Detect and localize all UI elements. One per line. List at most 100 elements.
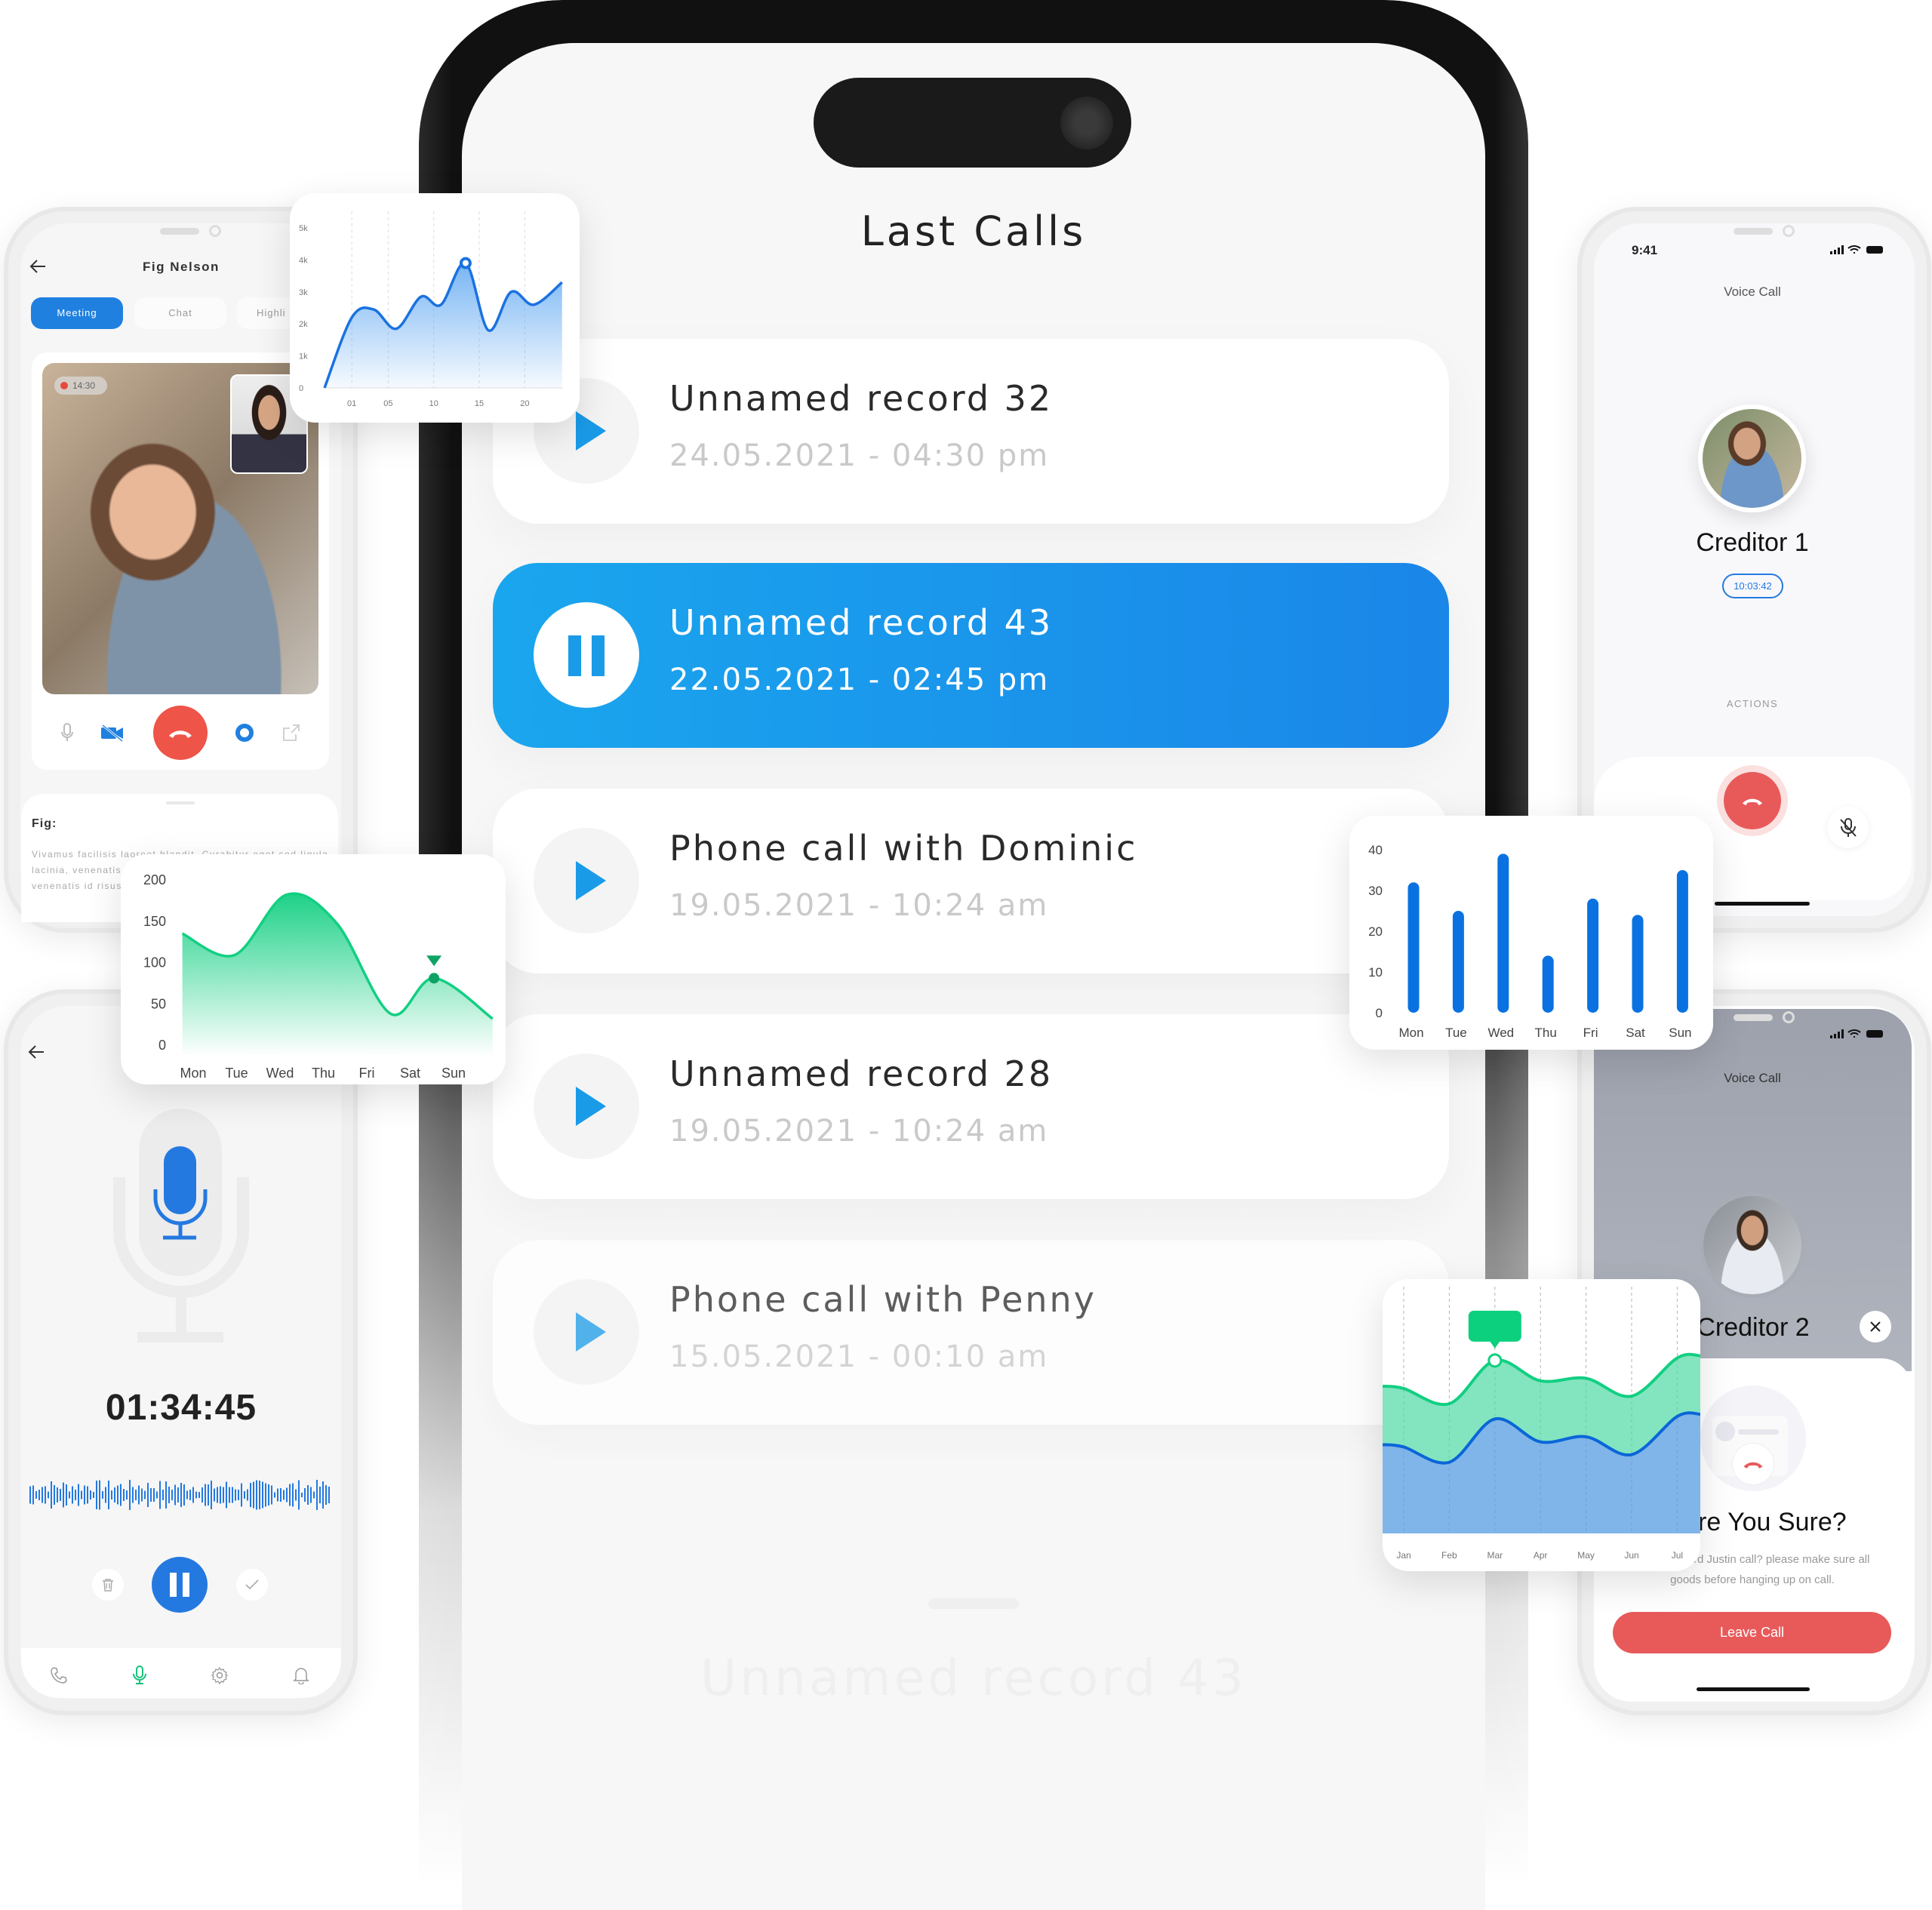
play-pause-button[interactable] xyxy=(534,1053,639,1159)
waveform-bar xyxy=(259,1481,260,1509)
nav-gear-icon[interactable] xyxy=(209,1665,230,1686)
call-date: 24.05.2021 - 04:30 pm xyxy=(669,438,1050,473)
now-playing-title: Unnamed record 43 xyxy=(700,1649,1247,1707)
mic-off-icon xyxy=(1839,817,1857,837)
waveform-bar xyxy=(54,1485,55,1505)
nav-mic-icon[interactable] xyxy=(129,1665,150,1686)
status-icons xyxy=(1830,1029,1883,1038)
x-tick-label: Feb xyxy=(1441,1550,1457,1561)
play-pause-button[interactable] xyxy=(534,1279,639,1385)
waveform-bar xyxy=(93,1492,94,1498)
speaker-grille xyxy=(1734,228,1773,235)
tab-highlights[interactable]: Highli xyxy=(237,297,297,329)
notes-line: venenatis id risus xyxy=(32,881,122,891)
y-tick-label: 30 xyxy=(1368,884,1383,898)
contact-name: Creditor 1 xyxy=(1696,528,1809,557)
audio-waveform xyxy=(29,1480,330,1510)
call-list-item[interactable]: Unnamed record 43 22.05.2021 - 02:45 pm xyxy=(493,563,1449,748)
waveform-bar xyxy=(42,1487,43,1503)
nav-bell-icon[interactable] xyxy=(291,1665,312,1686)
waveform-bar xyxy=(165,1481,167,1509)
pause-recording-button[interactable] xyxy=(152,1557,208,1613)
call-list-item[interactable]: Unnamed record 32 24.05.2021 - 04:30 pm xyxy=(493,339,1449,524)
save-recording-button[interactable] xyxy=(236,1569,268,1601)
waveform-bar xyxy=(322,1481,324,1509)
y-tick-label: 150 xyxy=(143,914,166,929)
waveform-bar xyxy=(75,1490,76,1500)
waveform-bar xyxy=(238,1490,239,1500)
call-title: Unnamed record 32 xyxy=(669,378,1054,419)
waveform-bar xyxy=(283,1490,285,1500)
mic-icon[interactable] xyxy=(58,722,76,743)
waveform-bar xyxy=(304,1488,306,1502)
x-tick-label: 05 xyxy=(383,399,392,408)
x-tick-label: Jun xyxy=(1624,1550,1638,1561)
call-list-item[interactable]: Unnamed record 28 19.05.2021 - 10:24 am xyxy=(493,1014,1449,1199)
speaker-grille xyxy=(1734,1014,1773,1021)
home-indicator xyxy=(1697,1687,1810,1691)
sheet-handle[interactable] xyxy=(166,801,195,804)
x-tick-label: Thu xyxy=(312,1066,335,1081)
call-list-item[interactable]: Phone call with Penny 15.05.2021 - 00:10… xyxy=(493,1240,1449,1425)
data-point xyxy=(1487,1353,1503,1368)
bar xyxy=(1587,898,1599,1013)
call-timer: 14:30 xyxy=(54,377,107,395)
x-tick-label: Jul xyxy=(1672,1550,1683,1561)
back-arrow-icon[interactable] xyxy=(29,257,48,280)
play-icon xyxy=(576,861,606,900)
bar xyxy=(1676,870,1688,1013)
y-tick-label: 0 xyxy=(158,1038,166,1053)
waveform-bar xyxy=(177,1487,179,1502)
waveform-bar xyxy=(271,1485,272,1505)
waveform-bar xyxy=(84,1485,85,1505)
waveform-bar xyxy=(226,1481,227,1509)
tab-chat[interactable]: Chat xyxy=(134,297,226,329)
waveform-bar xyxy=(66,1484,67,1506)
y-tick-label: 4k xyxy=(299,256,308,265)
green-area-chart: 0 50 100 150 200 Mon Tue Wed Thu Fri Sat Sun xyxy=(143,872,494,1081)
speaker-grille xyxy=(160,228,199,235)
contact-name: Fig Nelson xyxy=(143,260,220,274)
call-title: Phone call with Dominic xyxy=(669,828,1138,869)
close-button[interactable] xyxy=(1860,1311,1891,1343)
leave-call-button[interactable]: Leave Call xyxy=(1613,1612,1891,1653)
play-pause-button[interactable] xyxy=(534,828,639,933)
camera-icon xyxy=(1783,1011,1795,1023)
pause-icon xyxy=(170,1573,189,1597)
tab-meeting[interactable]: Meeting xyxy=(31,297,123,329)
waveform-bar xyxy=(72,1486,73,1504)
bar xyxy=(1497,854,1509,1013)
call-list-item[interactable]: Phone call with Dominic 19.05.2021 - 10:… xyxy=(493,789,1449,973)
delete-recording-button[interactable] xyxy=(92,1569,124,1601)
mute-button[interactable] xyxy=(1827,807,1869,848)
waveform-bar xyxy=(120,1484,122,1506)
video-off-icon[interactable] xyxy=(100,722,125,743)
sheet-handle[interactable] xyxy=(928,1598,1019,1609)
waveform-bar xyxy=(195,1491,197,1499)
waveform-bar xyxy=(78,1484,79,1506)
waveform-bar xyxy=(189,1490,191,1500)
y-tick-label: 10 xyxy=(1368,965,1383,980)
waveform-bar xyxy=(232,1487,233,1503)
waveform-bar xyxy=(117,1485,118,1505)
waveform-bar xyxy=(99,1480,100,1510)
record-button[interactable] xyxy=(235,724,254,742)
end-call-button[interactable] xyxy=(153,706,208,760)
data-point xyxy=(429,973,440,984)
waveform-bar xyxy=(313,1491,315,1499)
waveform-bar xyxy=(186,1490,188,1499)
hang-up-icon xyxy=(1732,1443,1774,1485)
share-screen-icon[interactable] xyxy=(282,724,300,742)
waveform-bar xyxy=(256,1480,257,1510)
call-title: Phone call with Penny xyxy=(669,1279,1097,1320)
bar-chart-card: 0 10 20 30 40 Mon Tue Wed Thu Fri Sat Sun xyxy=(1349,816,1713,1050)
waveform-bar xyxy=(301,1493,303,1497)
line-chart-card: 01 05 10 15 20 0 1k 2k 3k 4k 5k xyxy=(290,193,580,423)
waveform-bar xyxy=(325,1485,327,1505)
play-pause-button[interactable] xyxy=(534,602,639,708)
nav-phone-icon[interactable] xyxy=(48,1665,69,1686)
back-arrow-icon[interactable] xyxy=(27,1042,47,1066)
end-call-button[interactable] xyxy=(1717,765,1788,836)
waveform-bar xyxy=(126,1490,128,1499)
waveform-bar xyxy=(123,1489,125,1501)
